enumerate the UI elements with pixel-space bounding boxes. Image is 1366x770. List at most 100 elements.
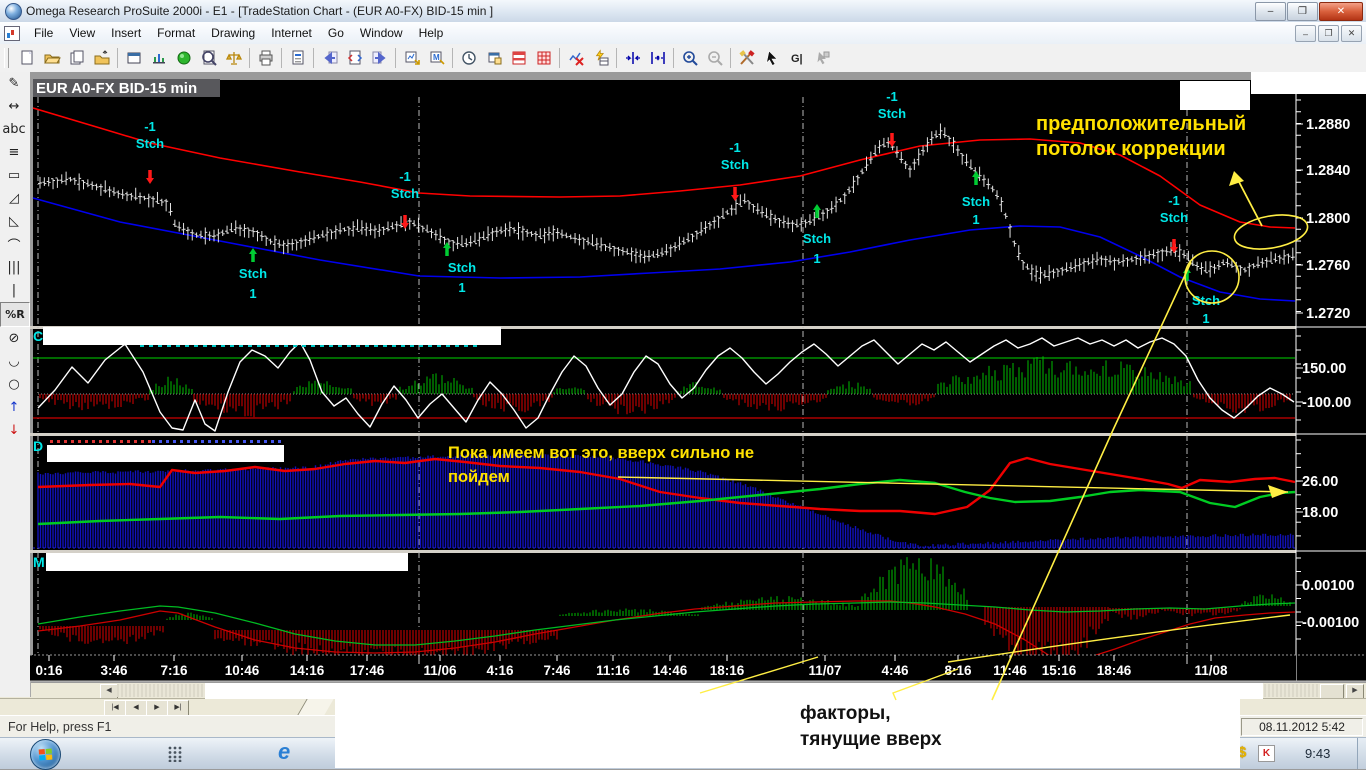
- scroll-left-button[interactable]: ◀: [100, 684, 118, 699]
- open-button[interactable]: [39, 46, 64, 70]
- window-title: Omega Research ProSuite 2000i - E1 - [Tr…: [26, 4, 494, 18]
- increase-spacing-button[interactable]: [645, 46, 670, 70]
- cycle-lines-tool[interactable]: |||: [0, 256, 28, 279]
- chart-analysis-button[interactable]: [196, 46, 221, 70]
- percent-r-tool[interactable]: %R: [0, 302, 30, 327]
- new-window-button[interactable]: [481, 46, 506, 70]
- sheet-tab-edge[interactable]: [297, 699, 334, 715]
- up-arrow-tool[interactable]: ↑: [0, 396, 28, 419]
- print-icon: [259, 50, 272, 66]
- sheet-nav-3[interactable]: ▶|: [167, 700, 189, 716]
- copy-window-button[interactable]: [64, 46, 89, 70]
- gann-fan-tool[interactable]: ◿: [0, 187, 28, 210]
- sheet-nav-1[interactable]: ◀: [125, 700, 147, 716]
- start-button[interactable]: [30, 739, 61, 770]
- decrease-spacing-button[interactable]: [620, 46, 645, 70]
- svg-text:18:16: 18:16: [710, 663, 745, 678]
- status-button[interactable]: [456, 46, 481, 70]
- no-tool[interactable]: ⊘: [0, 327, 28, 350]
- svg-text:7:16: 7:16: [160, 663, 188, 678]
- scroll-right-button[interactable]: ▶: [1346, 684, 1364, 699]
- taskbar-clock[interactable]: 9:43: [1305, 746, 1330, 761]
- quick-edit-icon: [595, 49, 608, 66]
- restore-button[interactable]: ❐: [1287, 2, 1318, 21]
- menu-drawing[interactable]: Drawing: [203, 24, 263, 42]
- toolbar-grip[interactable]: [4, 48, 9, 68]
- chart-analysis-icon: [201, 50, 217, 66]
- pointer-button[interactable]: [759, 46, 784, 70]
- global-cursor-button[interactable]: G|: [784, 46, 809, 70]
- menu-window[interactable]: Window: [352, 24, 411, 42]
- internet-explorer-icon[interactable]: e: [278, 739, 290, 765]
- mdi-child-icon[interactable]: [4, 25, 20, 41]
- label-covers: C D M: [33, 72, 1366, 571]
- minimize-button[interactable]: –: [1255, 2, 1286, 21]
- fib-arc-tool[interactable]: ⌒: [0, 233, 28, 256]
- zoom-out-button[interactable]: [702, 46, 727, 70]
- forward-button[interactable]: [367, 46, 392, 70]
- horizontal-line-tool[interactable]: ↔: [0, 95, 28, 118]
- curve-tool[interactable]: ◡: [0, 350, 28, 373]
- antivirus-tray-icon[interactable]: K: [1258, 745, 1275, 762]
- session-lines: [37, 97, 1188, 654]
- down-arrow-tool[interactable]: ↓: [0, 419, 28, 442]
- quote-window-button[interactable]: [171, 46, 196, 70]
- time-axis: 0:16 3:46 7:16 10:46 14:16 17:46 11/06 4:16 7:46…: [30, 654, 1366, 682]
- svg-text:предположительный: предположительный: [1036, 113, 1246, 135]
- svg-text:-100.00: -100.00: [1302, 395, 1351, 411]
- zoom-in-button[interactable]: [677, 46, 702, 70]
- drawing-tools-button[interactable]: [734, 46, 759, 70]
- mdi-close-button[interactable]: ✕: [1341, 25, 1362, 42]
- menu-go[interactable]: Go: [320, 24, 352, 42]
- back-button[interactable]: [317, 46, 342, 70]
- show-desktop-button[interactable]: [1357, 738, 1366, 769]
- menu-help[interactable]: Help: [411, 24, 452, 42]
- toolbar-separator: [117, 48, 118, 68]
- mdi-minimize-button[interactable]: –: [1295, 25, 1316, 42]
- sheet-nav-2[interactable]: ▶: [146, 700, 168, 716]
- quick-edit-button[interactable]: [588, 46, 613, 70]
- ellipse-tool[interactable]: ○: [0, 373, 28, 396]
- launcher-grid-icon[interactable]: [168, 746, 182, 762]
- new-document-button[interactable]: [14, 46, 39, 70]
- scroll-track-left[interactable]: [117, 684, 205, 697]
- format-properties-button[interactable]: [285, 46, 310, 70]
- tile-rows-button[interactable]: [506, 46, 531, 70]
- insert-model-button[interactable]: M: [424, 46, 449, 70]
- page-list-button[interactable]: [342, 46, 367, 70]
- svg-text:Пока имеем вот это, вверх силь: Пока имеем вот это, вверх сильно не: [448, 444, 754, 462]
- parallel-lines-tool[interactable]: ≡: [0, 141, 28, 164]
- menu-format[interactable]: Format: [149, 24, 203, 42]
- remove-study-button[interactable]: [563, 46, 588, 70]
- sheet-nav-0[interactable]: |◀: [104, 700, 126, 716]
- menu-insert[interactable]: Insert: [103, 24, 149, 42]
- text-tool[interactable]: abc: [0, 118, 28, 141]
- menu-internet[interactable]: Internet: [263, 24, 320, 42]
- svg-text:EUR A0-FX BID-15 min: EUR A0-FX BID-15 min: [36, 80, 197, 97]
- yellow-annotations: предположительный потолок коррекции Пока и…: [448, 113, 1309, 701]
- copy-window-icon: [70, 50, 83, 65]
- scroll-thumb[interactable]: [1320, 684, 1344, 699]
- speed-lines-tool[interactable]: ◺: [0, 210, 28, 233]
- pencil-tool[interactable]: ✎: [0, 72, 28, 95]
- optionstation-button[interactable]: [221, 46, 246, 70]
- menu-file[interactable]: File: [26, 24, 61, 42]
- save-desktop-button[interactable]: [121, 46, 146, 70]
- title-bar[interactable]: Omega Research ProSuite 2000i - E1 - [Tr…: [0, 0, 1366, 23]
- close-button[interactable]: ✕: [1319, 2, 1363, 21]
- menu-view[interactable]: View: [61, 24, 103, 42]
- open-workspace-button[interactable]: [89, 46, 114, 70]
- grabber-button[interactable]: [809, 46, 834, 70]
- print-button[interactable]: [253, 46, 278, 70]
- tile-grid-button[interactable]: [531, 46, 556, 70]
- bottom-annotation-text: факторы, тянущие вверх: [800, 703, 942, 750]
- rectangle-tool[interactable]: ▭: [0, 164, 28, 187]
- svg-text:14:16: 14:16: [290, 663, 325, 678]
- new-chart-button[interactable]: [146, 46, 171, 70]
- vertical-line-tool[interactable]: |: [0, 279, 28, 302]
- svg-text:-1: -1: [399, 169, 411, 184]
- format-properties-icon: [292, 50, 303, 65]
- mdi-restore-button[interactable]: ❐: [1318, 25, 1339, 42]
- insert-analysis-button[interactable]: [399, 46, 424, 70]
- chart-canvas[interactable]: -1 Stch 1 Stch -1 Stch 1 Stch -1 Stch 1 Stch -1 Stch 1…: [30, 72, 1366, 768]
